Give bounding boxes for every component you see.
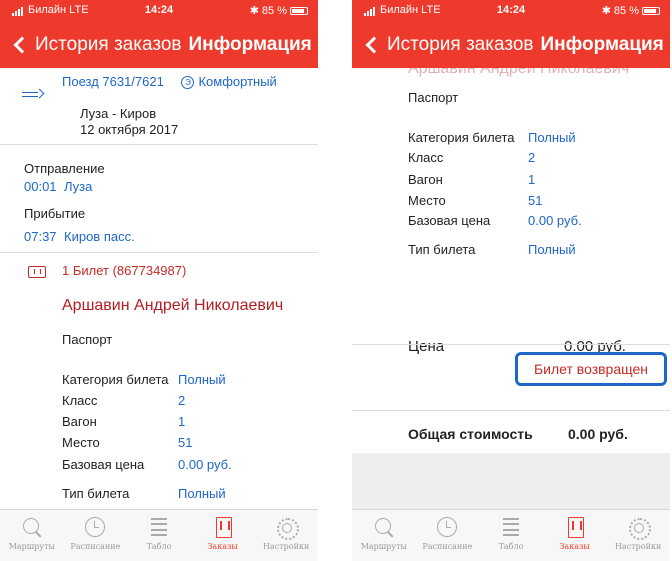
tab-schedule[interactable]: Расписание bbox=[416, 510, 480, 561]
empty-footer-area bbox=[352, 453, 670, 509]
category-label: Категория билета bbox=[408, 130, 515, 145]
seat-label: Место bbox=[408, 193, 446, 208]
category-value: Полный bbox=[178, 372, 226, 387]
car-label: Вагон bbox=[62, 414, 97, 429]
tab-settings[interactable]: Настройки bbox=[254, 510, 318, 561]
back-button[interactable]: История заказов Информация bbox=[12, 34, 312, 56]
clock-icon bbox=[84, 516, 106, 538]
tab-bar: Маршруты Расписание Табло Заказы Настрой… bbox=[0, 509, 318, 561]
price-label: Цена bbox=[408, 338, 445, 355]
document-type: Паспорт bbox=[62, 332, 113, 347]
ticket-status-highlight: Билет возвращен bbox=[515, 352, 667, 386]
total-value: 0.00 руб. bbox=[568, 426, 628, 442]
comfort-class-icon: Э bbox=[181, 76, 195, 90]
tab-orders[interactable]: Заказы bbox=[543, 510, 607, 561]
board-icon bbox=[500, 516, 522, 538]
battery-icon bbox=[290, 6, 308, 15]
arrival-station: Киров пасс. bbox=[64, 229, 135, 244]
bluetooth-icon: ✱ bbox=[249, 5, 259, 17]
screen-order-info-bottom: Билайн LTE 14:24 ✱ 85 % История заказов … bbox=[352, 0, 670, 561]
base-price-label: Базовая цена bbox=[408, 213, 491, 228]
document-type: Паспорт bbox=[408, 90, 459, 105]
departure-station: Луза bbox=[64, 179, 93, 194]
trip-date: 12 октября 2017 bbox=[80, 122, 179, 137]
car-label: Вагон bbox=[408, 172, 443, 187]
divider bbox=[352, 410, 670, 411]
divider bbox=[0, 252, 318, 253]
seat-value: 51 bbox=[178, 435, 193, 450]
bluetooth-icon: ✱ bbox=[601, 5, 611, 17]
base-price-value: 0.00 руб. bbox=[528, 213, 582, 228]
seat-label: Место bbox=[62, 435, 100, 450]
category-value: Полный bbox=[528, 130, 576, 145]
ticket-status: Билет возвращен bbox=[533, 361, 649, 377]
category-label: Категория билета bbox=[62, 372, 169, 387]
train-info: Поезд 7631/7621 Э Комфортный bbox=[62, 74, 277, 90]
departure-label: Отправление bbox=[24, 161, 105, 176]
ticket-type-label: Тип билета bbox=[62, 486, 130, 501]
status-bar: Билайн LTE 14:24 ✱ 85 % bbox=[0, 0, 318, 22]
orders-icon bbox=[212, 516, 234, 538]
page-title: Информация bbox=[540, 34, 664, 55]
back-button[interactable]: История заказов Информация bbox=[364, 34, 664, 56]
clock-icon bbox=[436, 516, 458, 538]
car-value: 1 bbox=[178, 414, 186, 429]
order-details-scrolled: Аршавин Андрей Николаевич Паспорт Катего… bbox=[352, 68, 670, 509]
route-name: Луза - Киров bbox=[80, 106, 157, 121]
class-label: Класс bbox=[408, 150, 444, 165]
screen-order-info-top: Билайн LTE 14:24 ✱ 85 % История заказов … bbox=[0, 0, 318, 561]
departure-time: 00:01 bbox=[24, 179, 57, 194]
chevron-left-icon bbox=[13, 36, 31, 54]
base-price-label: Базовая цена bbox=[62, 457, 145, 472]
class-value: 2 bbox=[178, 393, 186, 408]
battery-icon bbox=[642, 6, 660, 15]
tab-settings[interactable]: Настройки bbox=[606, 510, 670, 561]
page-title: Информация bbox=[188, 34, 312, 55]
arrival-time: 07:37 bbox=[24, 229, 57, 244]
total-label: Общая стоимость bbox=[408, 426, 533, 442]
ticket-icon bbox=[28, 266, 46, 278]
passenger-name-clipped: Аршавин Андрей Николаевич bbox=[408, 68, 630, 77]
divider bbox=[352, 344, 670, 345]
orders-icon bbox=[564, 516, 586, 538]
tab-schedule[interactable]: Расписание bbox=[64, 510, 128, 561]
nav-bar: История заказов Информация bbox=[0, 22, 318, 68]
tab-orders[interactable]: Заказы bbox=[191, 510, 255, 561]
ticket-type-value: Полный bbox=[178, 486, 226, 501]
tab-board[interactable]: Табло bbox=[479, 510, 543, 561]
ticket-type-value: Полный bbox=[528, 242, 576, 257]
ticket-header: 1 Билет (867734987) bbox=[62, 263, 187, 278]
class-value: 2 bbox=[528, 150, 536, 165]
search-icon bbox=[21, 516, 43, 538]
tab-routes[interactable]: Маршруты bbox=[0, 510, 64, 561]
board-icon bbox=[148, 516, 170, 538]
passenger-name: Аршавин Андрей Николаевич bbox=[62, 297, 284, 314]
tab-routes[interactable]: Маршруты bbox=[352, 510, 416, 561]
nav-bar: История заказов Информация bbox=[352, 22, 670, 68]
battery-indicator: ✱ 85 % bbox=[250, 4, 308, 17]
seat-value: 51 bbox=[528, 193, 543, 208]
base-price-value: 0.00 руб. bbox=[178, 457, 232, 472]
tab-bar: Маршруты Расписание Табло Заказы Настрой… bbox=[352, 509, 670, 561]
order-details: Поезд 7631/7621 Э Комфортный Луза - Киров… bbox=[0, 68, 318, 509]
search-icon bbox=[373, 516, 395, 538]
arrival-label: Прибытие bbox=[24, 206, 86, 221]
route-arrow-icon bbox=[22, 90, 44, 98]
status-bar: Билайн LTE 14:24 ✱ 85 % bbox=[352, 0, 670, 22]
divider bbox=[0, 144, 318, 145]
tab-board[interactable]: Табло bbox=[127, 510, 191, 561]
battery-indicator: ✱ 85 % bbox=[602, 4, 660, 17]
ticket-type-label: Тип билета bbox=[408, 242, 476, 257]
gear-icon bbox=[275, 516, 300, 540]
class-label: Класс bbox=[62, 393, 98, 408]
chevron-left-icon bbox=[365, 36, 383, 54]
gear-icon bbox=[627, 516, 652, 540]
car-value: 1 bbox=[528, 172, 536, 187]
